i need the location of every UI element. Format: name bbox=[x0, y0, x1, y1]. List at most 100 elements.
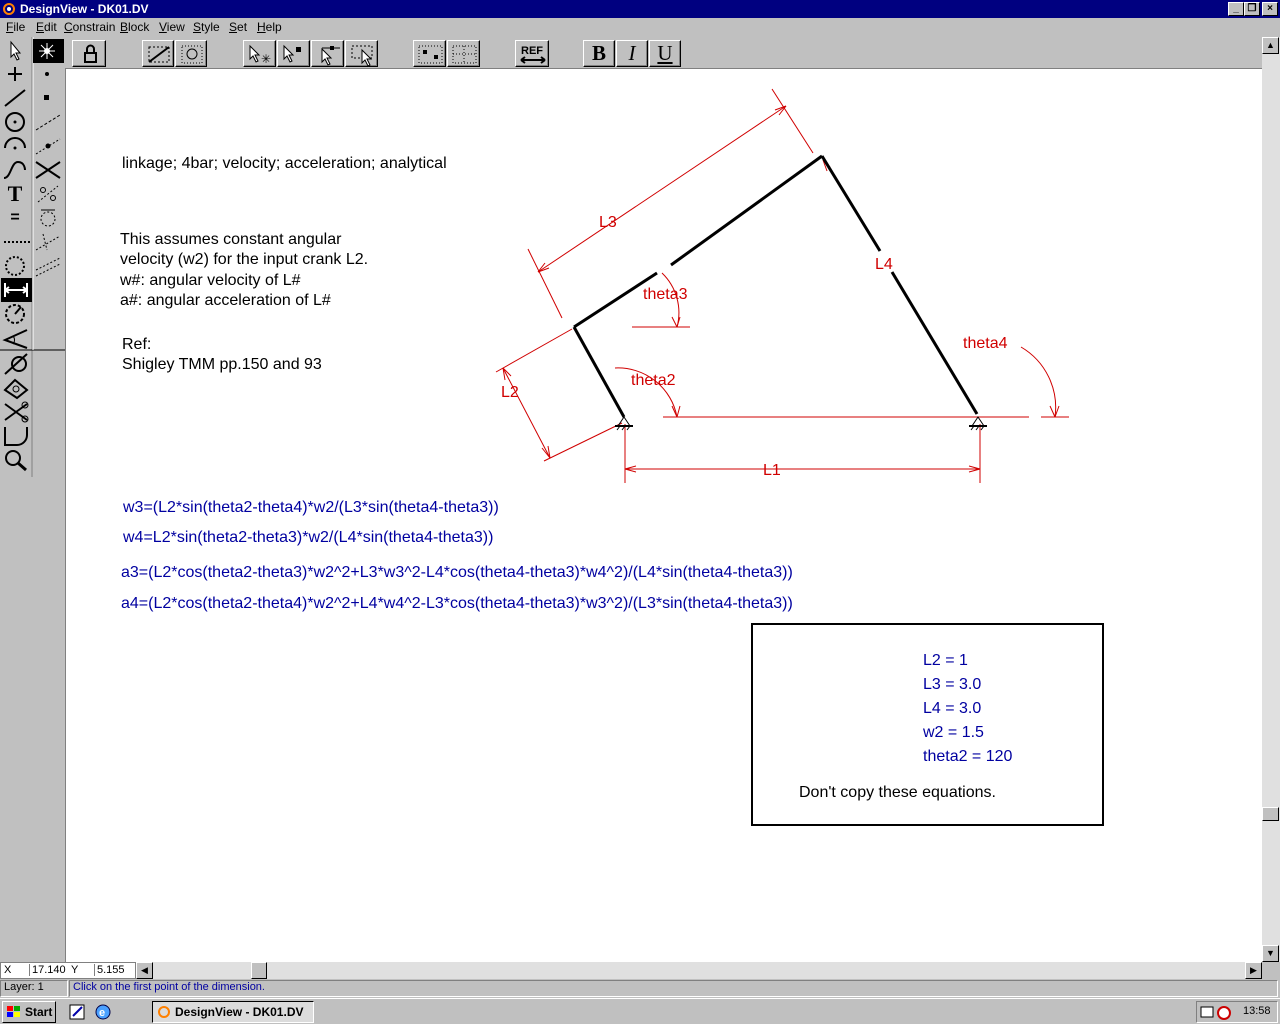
line-style-dotted[interactable] bbox=[33, 134, 64, 158]
angle-tool[interactable] bbox=[1, 326, 32, 350]
intersect-tool[interactable] bbox=[33, 158, 64, 182]
taskbar-app-button[interactable]: DesignView - DK01.DV bbox=[152, 1001, 314, 1023]
param-l3[interactable]: L3 = 3.0 bbox=[923, 676, 981, 694]
pointer-tool[interactable] bbox=[1, 39, 32, 63]
snap-grid-icon bbox=[452, 45, 477, 64]
quicklaunch-editor-icon[interactable] bbox=[68, 1003, 88, 1021]
label-theta4: theta4 bbox=[963, 335, 1008, 352]
text-tool[interactable]: T bbox=[1, 182, 29, 206]
scroll-corner bbox=[1262, 962, 1280, 979]
point-style-large[interactable] bbox=[33, 39, 64, 63]
intersect-icon bbox=[35, 161, 61, 179]
point-style-square[interactable] bbox=[33, 86, 64, 110]
start-button[interactable]: Start bbox=[2, 1001, 56, 1023]
point-on-line-tool[interactable] bbox=[33, 182, 64, 206]
parallel-tool[interactable] bbox=[33, 254, 64, 278]
scroll-left-button[interactable]: ◀ bbox=[136, 962, 153, 979]
tangent-tool[interactable] bbox=[1, 352, 32, 376]
construction-line-tool[interactable] bbox=[1, 230, 32, 254]
param-theta2[interactable]: theta2 = 120 bbox=[923, 748, 1012, 766]
scroll-right-button[interactable]: ▶ bbox=[1245, 962, 1262, 979]
window-title: DesignView - DK01.DV bbox=[20, 2, 149, 16]
menu-style[interactable]: Style bbox=[193, 20, 220, 34]
menu-set[interactable]: Set bbox=[229, 20, 247, 34]
line-icon bbox=[4, 89, 26, 107]
equation-a4[interactable]: a4=(L2*cos(theta2-theta4)*w2^2+L4*w4^2-L… bbox=[121, 595, 793, 613]
underline-button[interactable]: U bbox=[649, 40, 681, 67]
angle-dimension-tool[interactable] bbox=[1, 302, 32, 326]
horizontal-scrollbar[interactable]: ◀ ▶ bbox=[136, 962, 1262, 979]
menu-help[interactable]: Help bbox=[257, 20, 282, 34]
scroll-up-button[interactable]: ▲ bbox=[1262, 37, 1279, 54]
quicklaunch-browser-icon[interactable]: e bbox=[93, 1003, 113, 1021]
menu-block[interactable]: Block bbox=[120, 20, 149, 34]
trim-tool[interactable] bbox=[1, 400, 32, 424]
drawing-canvas[interactable]: linkage; 4bar; velocity; acceleration; a… bbox=[65, 68, 1262, 962]
arc-icon bbox=[4, 137, 26, 150]
bold-button[interactable]: B bbox=[583, 40, 615, 67]
menu-edit[interactable]: Edit bbox=[36, 20, 57, 34]
designview-app-icon bbox=[158, 1006, 170, 1018]
equation-tool[interactable]: = bbox=[1, 206, 29, 230]
horizontal-scroll-thumb[interactable] bbox=[251, 962, 267, 979]
spline-tool[interactable] bbox=[1, 158, 32, 182]
y-value: 5.155 bbox=[94, 964, 132, 976]
italic-button[interactable]: I bbox=[616, 40, 648, 67]
crosshair-icon bbox=[8, 67, 22, 81]
measure-tool[interactable] bbox=[1, 376, 32, 400]
label-theta2: theta2 bbox=[631, 372, 676, 389]
line-style-dashed[interactable] bbox=[33, 110, 64, 134]
point-style-small[interactable] bbox=[33, 62, 64, 86]
fillet-tool[interactable] bbox=[1, 424, 32, 448]
equation-w3[interactable]: w3=(L2*sin(theta2-theta4)*w2/(L3*sin(the… bbox=[123, 499, 499, 517]
grid-dots-button[interactable] bbox=[175, 40, 207, 67]
point-on-line-icon bbox=[37, 185, 59, 203]
menu-constrain[interactable]: Constrain bbox=[64, 20, 115, 34]
dimension-tool[interactable] bbox=[1, 278, 32, 302]
taskbar-app-label: DesignView - DK01.DV bbox=[175, 1005, 304, 1019]
label-l1: L1 bbox=[763, 462, 781, 479]
dotted-diagonal-icon bbox=[35, 138, 61, 155]
zoom-tool[interactable] bbox=[1, 448, 32, 472]
pivot-left bbox=[617, 416, 631, 427]
menu-file[interactable]: File bbox=[6, 20, 25, 34]
vertical-scroll-thumb[interactable] bbox=[1262, 807, 1279, 821]
theta4-arrow bbox=[1049, 405, 1060, 418]
point-on-circle-tool[interactable] bbox=[33, 206, 64, 230]
select-node-button[interactable] bbox=[277, 40, 310, 67]
scroll-down-button[interactable]: ▼ bbox=[1262, 945, 1279, 962]
close-button[interactable]: × bbox=[1262, 2, 1278, 16]
snap-nodes-icon bbox=[418, 45, 443, 64]
pivot-right bbox=[971, 416, 985, 427]
ref-arrow-icon: REF bbox=[520, 45, 546, 64]
minimize-button[interactable]: _ bbox=[1228, 2, 1244, 16]
pointer-segment-icon bbox=[321, 46, 340, 66]
grid-snap-button[interactable] bbox=[142, 40, 174, 67]
param-w2[interactable]: w2 = 1.5 bbox=[923, 724, 984, 742]
link-l4-a bbox=[820, 155, 882, 252]
param-l4[interactable]: L4 = 3.0 bbox=[923, 700, 981, 718]
snap-grid-button[interactable] bbox=[447, 40, 480, 67]
tray-icons[interactable] bbox=[1200, 1005, 1234, 1021]
small-dot-icon bbox=[45, 72, 49, 76]
lock-button[interactable] bbox=[72, 40, 106, 67]
vertical-scrollbar[interactable]: ▲ ▼ bbox=[1262, 37, 1280, 962]
select-box-button[interactable] bbox=[345, 40, 378, 67]
equation-w4[interactable]: w4=L2*sin(theta2-theta3)*w2/(L4*sin(thet… bbox=[123, 529, 493, 547]
select-point-button[interactable]: ✳ bbox=[243, 40, 276, 67]
perpendicular-tool[interactable] bbox=[33, 230, 64, 254]
construction-circle-tool[interactable] bbox=[1, 254, 32, 278]
ruler-icon bbox=[3, 378, 29, 400]
equation-a3[interactable]: a3=(L2*cos(theta2-theta3)*w2^2+L3*w3^2-L… bbox=[121, 564, 793, 582]
restore-button[interactable]: ❐ bbox=[1244, 2, 1260, 16]
arrow-pointer-icon bbox=[10, 40, 22, 61]
arc-tool[interactable] bbox=[1, 134, 32, 158]
circle-tool[interactable] bbox=[1, 110, 32, 134]
ref-button[interactable]: REF bbox=[515, 40, 549, 67]
snap-nodes-button[interactable] bbox=[413, 40, 446, 67]
select-segment-button[interactable] bbox=[311, 40, 344, 67]
param-l2[interactable]: L2 = 1 bbox=[923, 652, 968, 670]
point-tool[interactable] bbox=[1, 62, 32, 86]
line-tool[interactable] bbox=[1, 86, 32, 110]
menu-view[interactable]: View bbox=[159, 20, 185, 34]
